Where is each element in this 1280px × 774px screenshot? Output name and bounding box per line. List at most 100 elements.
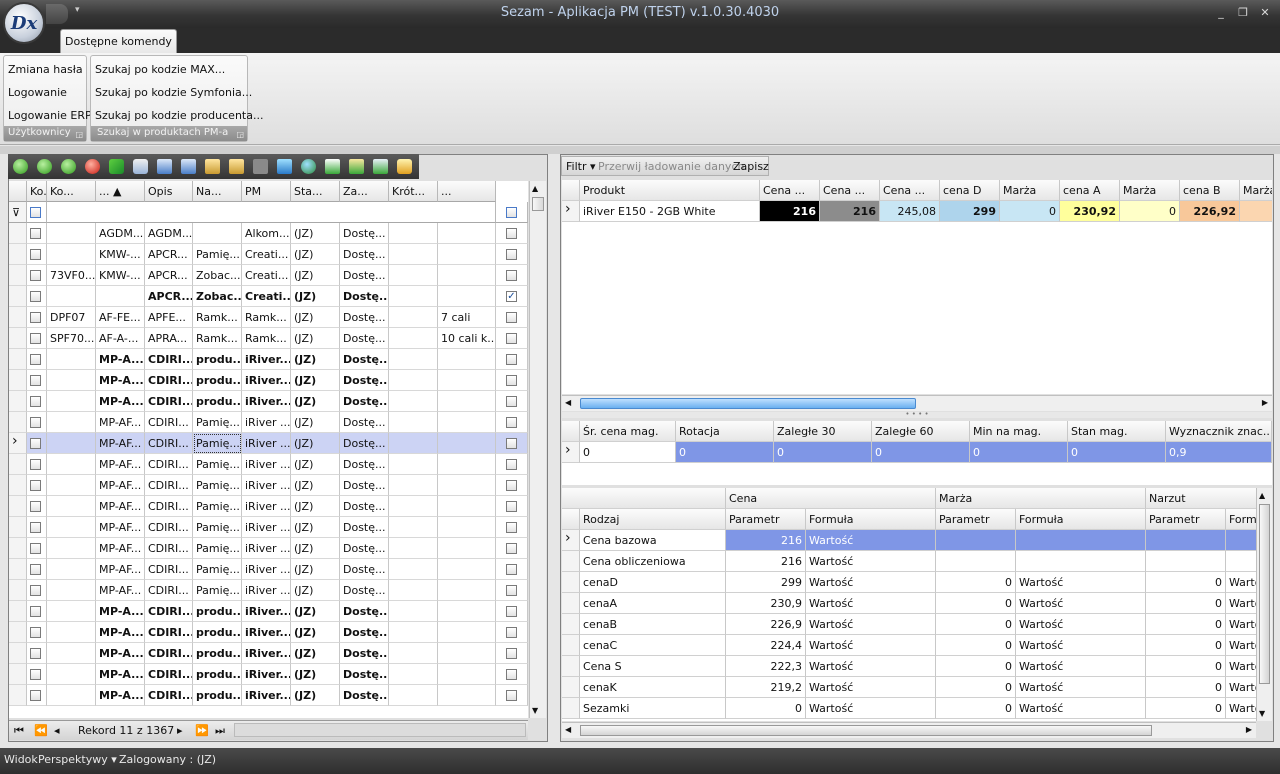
row-indicator[interactable] [9, 412, 27, 433]
table-cell[interactable]: iRiver ... [242, 538, 291, 559]
calc-cell[interactable]: 216 [726, 530, 806, 551]
column-header[interactable]: Parametr [726, 509, 806, 530]
row-flag-checkbox[interactable] [496, 496, 528, 517]
table-row[interactable]: Cena S222,3Wartość0Wartość0Warto [562, 656, 1256, 677]
calc-cell[interactable]: 0 [936, 614, 1016, 635]
row-checkbox[interactable] [27, 517, 47, 538]
restore-icon[interactable]: ❐ [1234, 6, 1252, 19]
row-flag-checkbox[interactable] [496, 601, 528, 622]
table-row[interactable]: Sezamki0Wartość0Wartość0Warto [562, 698, 1256, 719]
table-row[interactable]: cenaC224,4Wartość0Wartość0Warto [562, 635, 1256, 656]
table-cell[interactable]: Dostę... [340, 643, 389, 664]
column-header[interactable]: Ko... [47, 181, 96, 202]
column-header[interactable]: Wyznacznik znac... [1166, 421, 1272, 442]
checkbox[interactable] [30, 627, 41, 638]
calc-cell[interactable]: 0 [936, 593, 1016, 614]
column-header[interactable]: Marża [1240, 180, 1272, 201]
table-cell[interactable]: produ... [193, 349, 242, 370]
search-symfonia-code-button[interactable]: Szukaj po kodzie Symfonia... [95, 86, 252, 99]
table-cell[interactable]: (JZ) [291, 622, 340, 643]
table-cell[interactable] [47, 538, 96, 559]
table-cell[interactable] [389, 307, 438, 328]
checkbox[interactable] [506, 312, 517, 323]
row-indicator-header[interactable] [562, 421, 580, 442]
row-checkbox[interactable] [27, 265, 47, 286]
calc-cell[interactable]: Wartość [806, 635, 936, 656]
column-header[interactable]: Sta... [291, 181, 340, 202]
calc-cell[interactable] [936, 551, 1016, 572]
calc-cell[interactable]: 0 [936, 677, 1016, 698]
price-row[interactable]: › iRiver E150 - 2GB White 216 216 245,08 299 0… [562, 201, 1272, 222]
row-checkbox[interactable] [27, 685, 47, 706]
column-header[interactable]: Rotacja [676, 421, 774, 442]
row-flag-checkbox[interactable] [496, 664, 528, 685]
row-checkbox[interactable] [27, 370, 47, 391]
row-flag-checkbox[interactable] [496, 685, 528, 706]
stats-cell[interactable]: 0 [872, 442, 970, 463]
table-cell[interactable]: CDIRI... [145, 412, 193, 433]
price-cell[interactable]: 216 [820, 201, 880, 222]
filter-check[interactable] [27, 202, 47, 223]
row-indicator-header[interactable] [562, 180, 580, 201]
table-row[interactable]: MP-AF... CDIRI... Pamię... iRiver ... (JZ) Do… [9, 412, 528, 433]
table-cell[interactable]: Zobac... [193, 286, 242, 307]
table-cell[interactable] [389, 349, 438, 370]
calc-cell[interactable]: Wartość [1016, 635, 1146, 656]
calc-cell[interactable]: Warto [1226, 593, 1256, 614]
column-header[interactable] [9, 181, 27, 202]
row-checkbox[interactable] [27, 580, 47, 601]
row-indicator-header[interactable] [562, 509, 580, 530]
checkbox[interactable] [30, 480, 41, 491]
dialog-launcher-icon[interactable]: ◲ [75, 130, 83, 139]
table-cell[interactable]: Dostę... [340, 307, 389, 328]
tab-dostepne-komendy[interactable]: Dostępne komendy [60, 29, 177, 53]
search-max-code-button[interactable]: Szukaj po kodzie MAX... [95, 63, 225, 76]
checkbox[interactable] [506, 228, 517, 239]
table-cell[interactable]: Dostę... [340, 559, 389, 580]
table-cell[interactable]: (JZ) [291, 559, 340, 580]
table-cell[interactable]: APRA... [145, 328, 193, 349]
table-cell[interactable]: MP-A... [96, 664, 145, 685]
scroll-up-icon[interactable]: ▲ [1259, 491, 1265, 500]
checkbox[interactable] [30, 312, 41, 323]
table-cell[interactable] [438, 538, 496, 559]
calc-cell[interactable]: Warto [1226, 656, 1256, 677]
calc-cell[interactable]: 0 [1146, 593, 1226, 614]
calc-cell[interactable]: Wartość [806, 593, 936, 614]
table-cell[interactable]: AGDM... [145, 223, 193, 244]
price-cell[interactable]: 216 [760, 201, 820, 222]
filter-row[interactable]: ⊽ [9, 202, 528, 223]
table-cell[interactable] [438, 391, 496, 412]
table-cell[interactable]: MP-A... [96, 391, 145, 412]
row-indicator[interactable] [9, 391, 27, 412]
row-indicator[interactable] [9, 286, 27, 307]
table-cell[interactable] [389, 496, 438, 517]
table-cell[interactable]: AF-A-... [96, 328, 145, 349]
row-indicator[interactable] [9, 601, 27, 622]
folder-icon[interactable] [397, 159, 412, 174]
checkbox[interactable] [30, 669, 41, 680]
checkbox[interactable] [30, 249, 41, 260]
table-cell[interactable] [438, 664, 496, 685]
table-cell[interactable]: (JZ) [291, 391, 340, 412]
table-cell[interactable]: produ... [193, 685, 242, 706]
table-row[interactable]: cenaK219,2Wartość0Wartość0Warto [562, 677, 1256, 698]
table-row[interactable]: MP-AF... CDIRI... Pamię... iRiver ... (JZ) Do… [9, 538, 528, 559]
column-header[interactable]: Form [1226, 509, 1256, 530]
band-spacer[interactable] [562, 488, 726, 509]
row-indicator[interactable] [9, 517, 27, 538]
checkbox[interactable] [30, 375, 41, 386]
row-indicator[interactable]: › [562, 442, 580, 463]
quick-access-toolbar[interactable] [46, 4, 68, 24]
table-row[interactable]: MP-AF... CDIRI... Pamię... iRiver ... (JZ) Do… [9, 496, 528, 517]
checkbox[interactable] [506, 543, 517, 554]
column-header[interactable]: Produkt [580, 180, 760, 201]
calc-cell[interactable]: 0 [1146, 698, 1226, 719]
checkbox[interactable] [30, 417, 41, 428]
row-checkbox[interactable] [27, 538, 47, 559]
checkbox[interactable] [30, 396, 41, 407]
price-cell[interactable]: 0 [1120, 201, 1180, 222]
checkbox[interactable] [30, 228, 41, 239]
table-cell[interactable]: SPF70... [47, 328, 96, 349]
table-cell[interactable] [389, 454, 438, 475]
